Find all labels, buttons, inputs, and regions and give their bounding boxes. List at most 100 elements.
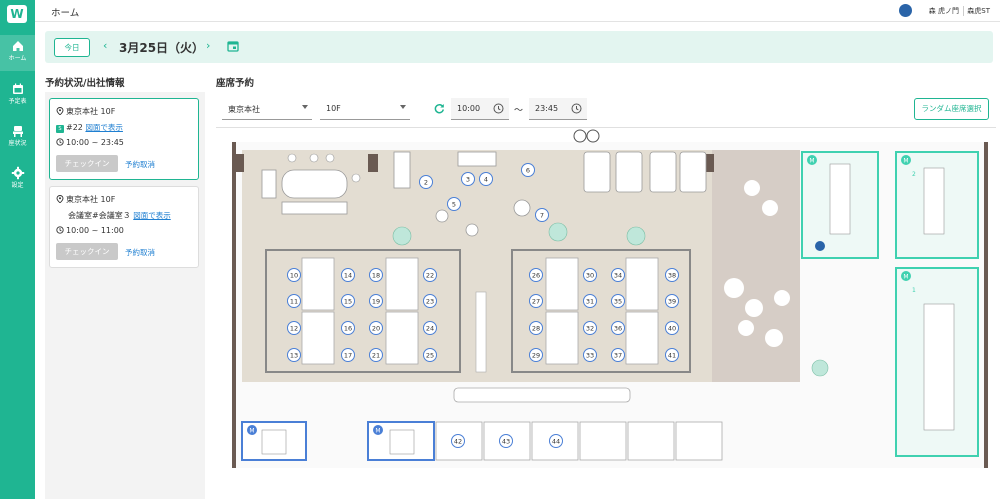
seat-marker[interactable]: 28 bbox=[529, 321, 543, 335]
seat-number: 33 bbox=[586, 352, 594, 360]
seat-number: 20 bbox=[372, 325, 380, 333]
seat-marker[interactable]: 30 bbox=[583, 268, 597, 282]
seat-number: 29 bbox=[532, 352, 540, 360]
reservation-card[interactable]: 東京本社 10F S #22 図面で表示 10:00 ~ 23:45 チェックイン… bbox=[49, 98, 199, 180]
meeting-room-blue-1[interactable]: M bbox=[241, 421, 307, 461]
seat-marker[interactable]: 34 bbox=[611, 268, 625, 282]
seat-marker[interactable]: 27 bbox=[529, 294, 543, 308]
seat-marker[interactable]: 29 bbox=[529, 348, 543, 362]
floor-map[interactable]: M M 2 M 1 M M 10 14 18 2211 15 19 2312 16 20 2413… bbox=[222, 128, 990, 470]
seat-number: 44 bbox=[552, 438, 560, 446]
seat-number: 21 bbox=[372, 352, 380, 360]
seat-number: 14 bbox=[344, 272, 352, 280]
bottom-counter bbox=[453, 387, 631, 403]
seat-number: 15 bbox=[344, 298, 352, 306]
seat-marker[interactable]: 33 bbox=[583, 348, 597, 362]
meeting-room-3[interactable]: M 1 bbox=[895, 267, 979, 457]
user-avatar-icon[interactable] bbox=[899, 4, 912, 17]
next-day-chevron-icon[interactable]: › bbox=[206, 39, 210, 52]
chevron-down-icon bbox=[302, 105, 308, 109]
seat-marker[interactable]: 6 bbox=[521, 163, 535, 177]
seat-marker[interactable]: 17 bbox=[341, 348, 355, 362]
page-title: ホーム bbox=[51, 8, 80, 19]
seat-marker[interactable]: 3 bbox=[461, 172, 475, 186]
seat-marker[interactable]: 16 bbox=[341, 321, 355, 335]
chevron-down-icon bbox=[400, 105, 406, 109]
seat-marker[interactable]: 31 bbox=[583, 294, 597, 308]
seat-number: 41 bbox=[668, 352, 676, 360]
reservation-card[interactable]: 東京本社 10F 会議室#会議室３ 図面で表示 10:00 ~ 11:00 チェ… bbox=[49, 186, 199, 268]
seat-marker[interactable]: 35 bbox=[611, 294, 625, 308]
seat-marker[interactable]: 37 bbox=[611, 348, 625, 362]
seat-marker[interactable]: 7 bbox=[535, 208, 549, 222]
seat-marker[interactable]: 26 bbox=[529, 268, 543, 282]
seat-marker[interactable]: 12 bbox=[287, 321, 301, 335]
reservation-section-title: 予約状況/出社情報 bbox=[45, 78, 125, 89]
cancel-reservation-link[interactable]: 予約取消 bbox=[125, 159, 155, 170]
seat-marker[interactable]: 24 bbox=[423, 321, 437, 335]
seat-marker[interactable]: 36 bbox=[611, 321, 625, 335]
org-name[interactable]: 森虎ST bbox=[967, 6, 990, 16]
user-name[interactable]: 森 虎ノ門 bbox=[929, 6, 959, 16]
meeting-room-1[interactable]: M bbox=[801, 151, 879, 259]
seat-marker[interactable]: 20 bbox=[369, 321, 383, 335]
seat-marker[interactable]: 21 bbox=[369, 348, 383, 362]
sidebar-item-settings[interactable]: 設定 bbox=[0, 162, 35, 198]
prev-day-chevron-icon[interactable]: ‹ bbox=[103, 39, 107, 52]
clock-icon bbox=[56, 226, 64, 234]
seat-marker[interactable]: 40 bbox=[665, 321, 679, 335]
calendar-picker-icon[interactable] bbox=[227, 40, 239, 52]
reservation-list: 東京本社 10F S #22 図面で表示 10:00 ~ 23:45 チェックイン… bbox=[45, 92, 205, 499]
office-select[interactable]: 東京本社 bbox=[222, 98, 312, 120]
seat-marker[interactable]: 41 bbox=[665, 348, 679, 362]
seat-marker[interactable]: 5 bbox=[447, 197, 461, 211]
seat-number: 36 bbox=[614, 325, 622, 333]
checkin-button[interactable]: チェックイン bbox=[56, 243, 118, 260]
seat-marker[interactable]: 13 bbox=[287, 348, 301, 362]
seat-marker[interactable]: 23 bbox=[423, 294, 437, 308]
seat-marker[interactable]: 43 bbox=[499, 434, 513, 448]
meeting-room-2[interactable]: M 2 bbox=[895, 151, 979, 259]
seat-number: 26 bbox=[532, 272, 540, 280]
seat-marker[interactable]: 25 bbox=[423, 348, 437, 362]
seat-marker[interactable]: 2 bbox=[419, 175, 433, 189]
clock-icon bbox=[56, 138, 64, 146]
sidebar-item-home[interactable]: ホーム bbox=[0, 35, 35, 71]
show-on-map-link[interactable]: 図面で表示 bbox=[133, 211, 171, 220]
random-seat-button[interactable]: ランダム座席選択 bbox=[914, 98, 989, 120]
refresh-icon[interactable] bbox=[434, 103, 445, 114]
seat-marker[interactable]: 15 bbox=[341, 294, 355, 308]
seat-number: 6 bbox=[526, 167, 530, 175]
seat-marker[interactable]: 32 bbox=[583, 321, 597, 335]
seat-marker[interactable]: 38 bbox=[665, 268, 679, 282]
app-logo[interactable]: W bbox=[7, 5, 27, 23]
sidebar-item-schedule[interactable]: 予定表 bbox=[0, 78, 35, 114]
seat-marker[interactable]: 42 bbox=[451, 434, 465, 448]
partition bbox=[475, 291, 487, 373]
seat-marker[interactable]: 4 bbox=[479, 172, 493, 186]
show-on-map-link[interactable]: 図面で表示 bbox=[85, 123, 123, 132]
seat-marker[interactable]: 44 bbox=[549, 434, 563, 448]
seat-marker[interactable]: 22 bbox=[423, 268, 437, 282]
seat-number: 11 bbox=[290, 298, 298, 306]
today-button[interactable]: 今日 bbox=[54, 38, 90, 57]
end-time-input[interactable]: 23:45 bbox=[529, 98, 587, 120]
seat-marker[interactable]: 39 bbox=[665, 294, 679, 308]
meeting-room-blue-2[interactable]: M bbox=[367, 421, 435, 461]
seat-marker[interactable]: 10 bbox=[287, 268, 301, 282]
seat-marker[interactable]: 18 bbox=[369, 268, 383, 282]
seat-number: 18 bbox=[372, 272, 380, 280]
seat-marker[interactable]: 19 bbox=[369, 294, 383, 308]
floor-select[interactable]: 10F bbox=[320, 98, 410, 120]
seat-number: 31 bbox=[586, 298, 594, 306]
seat-number: 32 bbox=[586, 325, 594, 333]
start-time-input[interactable]: 10:00 bbox=[451, 98, 509, 120]
seat-marker[interactable]: 11 bbox=[287, 294, 301, 308]
checkin-button[interactable]: チェックイン bbox=[56, 155, 118, 172]
sidebar-item-label: 設定 bbox=[11, 182, 24, 189]
sidebar-item-seat-status[interactable]: 座状況 bbox=[0, 120, 35, 156]
cancel-reservation-link[interactable]: 予約取消 bbox=[125, 247, 155, 258]
seat-marker[interactable]: 14 bbox=[341, 268, 355, 282]
seat-number: 22 bbox=[426, 272, 434, 280]
home-icon bbox=[12, 41, 23, 51]
